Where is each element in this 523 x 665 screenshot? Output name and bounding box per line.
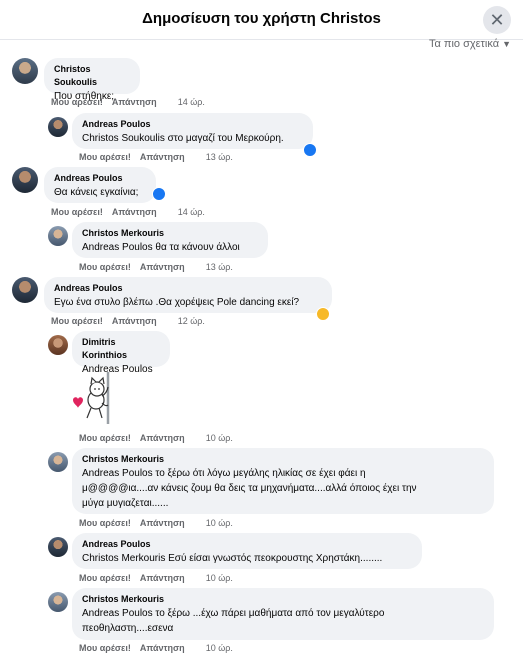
reply-button[interactable]: Απάντηση [112, 97, 157, 107]
reply-button[interactable]: Απάντηση [140, 643, 185, 653]
avatar[interactable] [48, 592, 68, 612]
comment-bubble: Andreas Poulos Εγω ένα στυλο βλέπω .Θα χ… [44, 277, 332, 313]
comment-actions: Μου αρέσει! Απάντηση 14 ώρ. [51, 207, 205, 217]
comment-author[interactable]: Dimitris Korinthios [82, 336, 160, 362]
comment-author[interactable]: Christos Merkouris [82, 453, 484, 466]
like-button[interactable]: Μου αρέσει! [51, 316, 103, 326]
avatar[interactable] [48, 335, 68, 355]
comment-bubble: Dimitris Korinthios Andreas Poulos [72, 331, 170, 375]
mention-link[interactable]: Christos Soukoulis [82, 133, 165, 144]
avatar[interactable] [48, 452, 68, 472]
close-icon[interactable]: ✕ [483, 6, 511, 34]
comment-bubble: Andreas Poulos Θα κάνεις εγκαίνια; [44, 167, 156, 203]
comment-text: θα τα κάνουν άλλοι [155, 242, 240, 253]
reply-button[interactable]: Απάντηση [112, 316, 157, 326]
comment-time[interactable]: 10 ώρ. [206, 573, 233, 583]
like-button[interactable]: Μου αρέσει! [79, 262, 131, 272]
avatar[interactable] [12, 167, 38, 193]
comment-author[interactable]: Christos Merkouris [82, 227, 258, 240]
comment-text: Εγω ένα στυλο βλέπω .Θα χορέψεις Pole da… [54, 297, 300, 308]
comment-actions: Μου αρέσει! Απάντηση 10 ώρ. [79, 643, 233, 653]
comment-time[interactable]: 14 ώρ. [178, 207, 205, 217]
avatar[interactable] [48, 226, 68, 246]
comment-author[interactable]: Andreas Poulos [82, 118, 303, 131]
like-reaction-icon[interactable] [152, 187, 166, 201]
comment-author[interactable]: Christos Soukoulis [54, 63, 130, 89]
like-reaction-icon[interactable] [303, 143, 317, 157]
dialog-title: Δημοσίευση του χρήστη Christos [142, 10, 381, 27]
avatar[interactable] [48, 117, 68, 137]
comment-actions: Μου αρέσει! Απάντηση 12 ώρ. [51, 316, 205, 326]
comment-time[interactable]: 12 ώρ. [178, 316, 205, 326]
comment-author[interactable]: Christos Merkouris [82, 593, 484, 606]
mention-link[interactable]: Christos Merkouris [82, 553, 165, 564]
reply-button[interactable]: Απάντηση [112, 207, 157, 217]
sort-label: Τα πιο σχετικά [428, 38, 500, 50]
comment-author[interactable]: Andreas Poulos [54, 282, 322, 295]
avatar[interactable] [12, 277, 38, 303]
dialog-header: Δημοσίευση του χρήστη Christos ✕ [0, 0, 523, 40]
comment-actions: Μου αρέσει! Απάντηση 13 ώρ. [79, 262, 233, 272]
comment-bubble: Christos Merkouris Andreas Poulos το ξέρ… [72, 448, 494, 514]
comment-text: Εσύ είσαι γνωστός πεοκρουστης Χρηστάκη..… [168, 553, 383, 564]
comment-author[interactable]: Andreas Poulos [54, 172, 146, 185]
reply-button[interactable]: Απάντηση [140, 152, 185, 162]
comment-actions: Μου αρέσει! Απάντηση 13 ώρ. [79, 152, 233, 162]
comment-actions: Μου αρέσει! Απάντηση 14 ώρ. [51, 97, 205, 107]
comment-time[interactable]: 10 ώρ. [206, 518, 233, 528]
comment-text: στο μαγαζί του Μερκούρη. [167, 133, 284, 144]
like-button[interactable]: Μου αρέσει! [51, 207, 103, 217]
comment-bubble: Andreas Poulos Christos Merkouris Εσύ εί… [72, 533, 422, 569]
reply-button[interactable]: Απάντηση [140, 262, 185, 272]
comment-bubble: Christos Merkouris Andreas Poulos θα τα … [72, 222, 268, 258]
comment-text-line: μ@@@@ια....αν κάνεις ζουμ θα δεις τα μηχ… [82, 483, 417, 494]
like-button[interactable]: Μου αρέσει! [51, 97, 103, 107]
avatar[interactable] [12, 58, 38, 84]
like-button[interactable]: Μου αρέσει! [79, 152, 131, 162]
comment-time[interactable]: 10 ώρ. [206, 433, 233, 443]
mention-link[interactable]: Andreas Poulos [82, 468, 153, 479]
comment-text-line: πεοθηλαστη....εσενα [82, 623, 174, 634]
haha-reaction-icon[interactable] [316, 307, 330, 321]
reply-button[interactable]: Απάντηση [140, 433, 185, 443]
comment-text-line: μύγα μυγιαζεται...... [82, 498, 169, 509]
comment-text-line: το ξέρω ...έχω πάρει μαθήματα από τον με… [155, 608, 385, 619]
comment-bubble: Andreas Poulos Christos Soukoulis στο μα… [72, 113, 313, 149]
comment-text-line: το ξέρω ότι λόγω μεγάλης ηλικίας σε έχει… [155, 468, 366, 479]
avatar[interactable] [48, 537, 68, 557]
comment-text: Θα κάνεις εγκαίνια; [54, 187, 139, 198]
sort-dropdown[interactable]: Τα πιο σχετικά ▼ [429, 38, 511, 50]
comment-actions: Μου αρέσει! Απάντηση 10 ώρ. [79, 518, 233, 528]
mention-link[interactable]: Andreas Poulos [82, 242, 153, 253]
comment-bubble: Christos Merkouris Andreas Poulos το ξέρ… [72, 588, 494, 640]
like-button[interactable]: Μου αρέσει! [79, 573, 131, 583]
chevron-down-icon: ▼ [502, 39, 511, 49]
comment-author[interactable]: Andreas Poulos [82, 538, 412, 551]
comment-bubble: Christos Soukoulis Που στήθηκε; [44, 58, 140, 102]
mention-link[interactable]: Andreas Poulos [82, 608, 153, 619]
like-button[interactable]: Μου αρέσει! [79, 643, 131, 653]
comment-actions: Μου αρέσει! Απάντηση 10 ώρ. [79, 573, 233, 583]
comment-time[interactable]: 14 ώρ. [178, 97, 205, 107]
like-button[interactable]: Μου αρέσει! [79, 433, 131, 443]
comment-actions: Μου αρέσει! Απάντηση 10 ώρ. [79, 433, 233, 443]
comment-time[interactable]: 10 ώρ. [206, 643, 233, 653]
pole-dance-cat-sticker-icon[interactable] [66, 370, 124, 426]
reply-button[interactable]: Απάντηση [140, 573, 185, 583]
like-button[interactable]: Μου αρέσει! [79, 518, 131, 528]
comment-time[interactable]: 13 ώρ. [206, 152, 233, 162]
reply-button[interactable]: Απάντηση [140, 518, 185, 528]
comment-time[interactable]: 13 ώρ. [206, 262, 233, 272]
